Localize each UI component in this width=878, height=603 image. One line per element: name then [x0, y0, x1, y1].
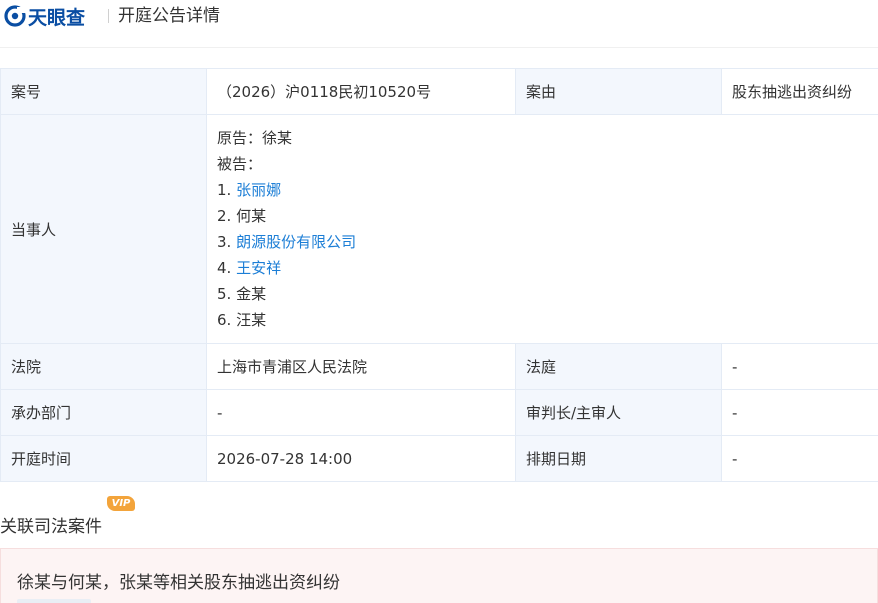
hearing-time-value: 2026-07-28 14:00: [206, 435, 516, 482]
tribunal-value: -: [721, 343, 878, 390]
department-value: -: [206, 389, 516, 436]
parties-label: 当事人: [0, 114, 207, 344]
related-case-title[interactable]: 徐某与何某，张某等相关股东抽逃出资纠纷: [17, 568, 340, 593]
defendant-index: 4.: [217, 259, 232, 277]
defendant-item-3: 3. 朗源股份有限公司: [217, 229, 868, 255]
judge-value: -: [721, 389, 878, 436]
row-parties: 当事人 原告：徐某 被告： 1. 张丽娜 2. 何某 3. 朗源股份有限公司 4…: [0, 114, 878, 344]
plaintiff-line: 原告：徐某: [217, 129, 293, 147]
top-bar: 天眼查 开庭公告详情: [0, 0, 878, 48]
department-label: 承办部门: [0, 389, 207, 436]
defendant-index: 2.: [217, 207, 232, 225]
defendant-heading: 被告：: [217, 155, 263, 173]
eye-logo-icon: [4, 5, 26, 27]
defendant-link-zhang-lina[interactable]: 张丽娜: [236, 181, 281, 199]
defendant-name: 何某: [236, 207, 267, 225]
defendant-index: 1.: [217, 181, 232, 199]
defendant-item-2: 2. 何某: [217, 203, 868, 229]
defendant-index: 5.: [217, 285, 232, 303]
court-label: 法院: [0, 343, 207, 390]
row-court: 法院 上海市青浦区人民法院 法庭 -: [0, 343, 878, 390]
case-tag: [17, 599, 91, 603]
parties-value: 原告：徐某 被告： 1. 张丽娜 2. 何某 3. 朗源股份有限公司 4. 王安…: [206, 114, 878, 344]
hearing-time-label: 开庭时间: [0, 435, 207, 482]
defendant-index: 3.: [217, 233, 232, 251]
judge-label: 审判长/主审人: [515, 389, 722, 436]
cause-value: 股东抽逃出资纠纷: [721, 68, 878, 115]
case-info-table: 案号 （2026）沪0118民初10520号 案由 股东抽逃出资纠纷 当事人 原…: [0, 68, 878, 482]
defendant-name: 汪某: [236, 311, 267, 329]
page-title: 开庭公告详情: [118, 6, 220, 26]
vip-badge: VIP: [107, 496, 135, 511]
defendant-link-langyuan-company[interactable]: 朗源股份有限公司: [236, 233, 356, 251]
case-number-link[interactable]: （2026）沪0118民初10520号: [206, 68, 516, 115]
defendant-item-5: 5. 金某: [217, 281, 868, 307]
row-department: 承办部门 - 审判长/主审人 -: [0, 389, 878, 436]
cause-label: 案由: [515, 68, 722, 115]
case-number-label: 案号: [0, 68, 207, 115]
header-divider: [108, 9, 109, 23]
defendant-item-1: 1. 张丽娜: [217, 177, 868, 203]
defendant-link-wang-anxiang[interactable]: 王安祥: [236, 259, 281, 277]
logo-text: 天眼查: [28, 6, 86, 29]
row-case-number: 案号 （2026）沪0118民初10520号 案由 股东抽逃出资纠纷: [0, 68, 878, 115]
court-value: 上海市青浦区人民法院: [206, 343, 516, 390]
schedule-date-label: 排期日期: [515, 435, 722, 482]
related-cases-heading: 关联司法案件: [0, 517, 102, 537]
related-case-card[interactable]: 徐某与何某，张某等相关股东抽逃出资纠纷: [0, 548, 878, 603]
defendant-index: 6.: [217, 311, 232, 329]
defendant-name: 金某: [236, 285, 267, 303]
row-hearing-time: 开庭时间 2026-07-28 14:00 排期日期 -: [0, 435, 878, 482]
defendant-item-6: 6. 汪某: [217, 307, 868, 333]
tianyancha-logo[interactable]: 天眼查: [4, 5, 86, 29]
schedule-date-value: -: [721, 435, 878, 482]
defendant-item-4: 4. 王安祥: [217, 255, 868, 281]
tribunal-label: 法庭: [515, 343, 722, 390]
